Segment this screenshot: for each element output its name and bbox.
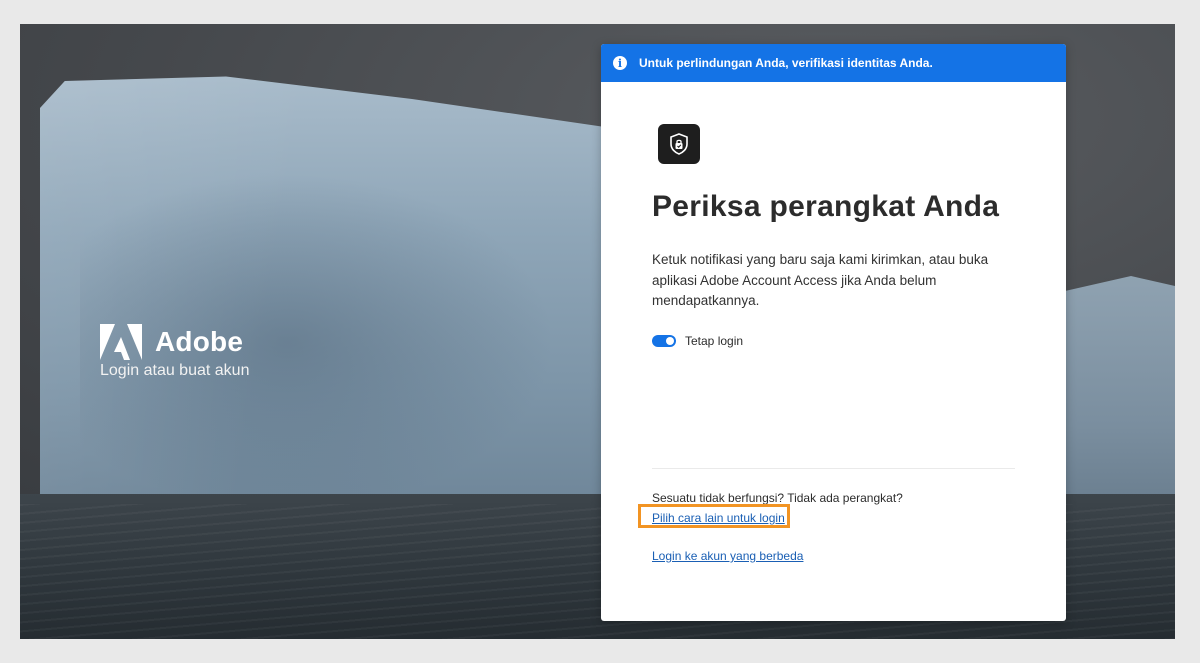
- verification-card: i Untuk perlindungan Anda, verifikasi id…: [601, 44, 1066, 621]
- brand-row: Adobe: [100, 324, 249, 360]
- toggle-knob: [666, 336, 674, 345]
- alternate-login-link[interactable]: Pilih cara lain untuk login: [652, 511, 785, 525]
- stay-logged-in-toggle[interactable]: [652, 334, 676, 347]
- info-icon: i: [613, 56, 627, 70]
- stay-logged-in-label: Tetap login: [685, 333, 744, 348]
- divider: [652, 468, 1015, 469]
- card-body: Periksa perangkat Anda Ketuk notifikasi …: [601, 82, 1066, 621]
- page-title: Periksa perangkat Anda: [652, 190, 1000, 223]
- instructions-text: Ketuk notifikasi yang baru saja kami kir…: [652, 252, 989, 308]
- help-question: Sesuatu tidak berfungsi? Tidak ada peran…: [652, 491, 903, 505]
- brand-tagline: Login atau buat akun: [100, 362, 250, 379]
- banner-message: Untuk perlindungan Anda, verifikasi iden…: [639, 56, 933, 70]
- brand-block: Adobe Login atau buat akun: [100, 324, 249, 380]
- adobe-logo-icon: [100, 324, 142, 360]
- stay-logged-in-row: Tetap login: [652, 334, 1015, 348]
- security-banner: i Untuk perlindungan Anda, verifikasi id…: [601, 44, 1066, 82]
- different-account-link[interactable]: Login ke akun yang berbeda: [652, 549, 803, 563]
- shield-lock-icon: [658, 124, 700, 164]
- brand-name: Adobe: [155, 326, 244, 357]
- iceberg-distant: [1065, 276, 1175, 526]
